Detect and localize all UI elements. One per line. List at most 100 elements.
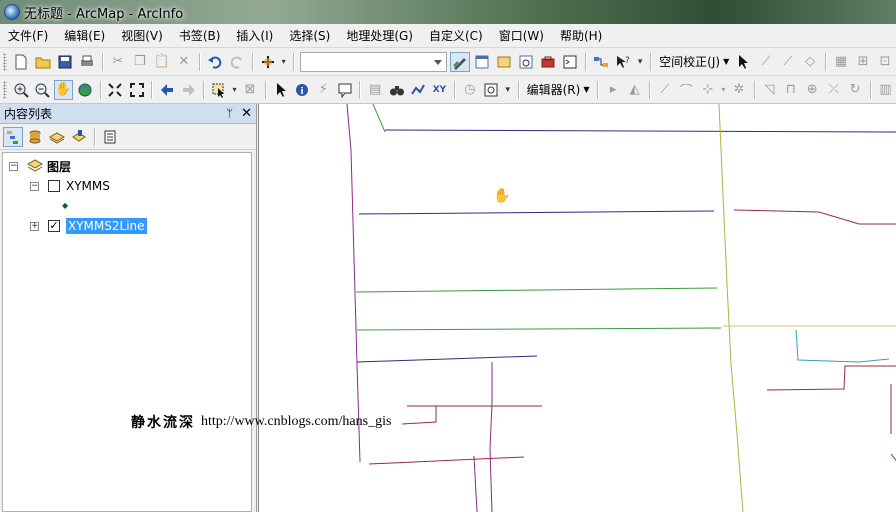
select-features-dropdown-icon[interactable]: ▾ xyxy=(231,80,239,100)
menu-bookmarks[interactable]: 书签(B) xyxy=(171,25,229,47)
zoom-in-icon[interactable] xyxy=(11,80,30,100)
layer-name[interactable]: XYMMS2Line xyxy=(66,218,147,234)
menu-geoprocessing[interactable]: 地理处理(G) xyxy=(338,25,421,47)
save-icon[interactable] xyxy=(55,52,75,72)
measure-icon[interactable]: ▤ xyxy=(365,80,384,100)
html-popup-icon[interactable] xyxy=(335,80,354,100)
modify-link-icon[interactable]: ⟋ xyxy=(778,52,798,72)
menu-customize[interactable]: 自定义(C) xyxy=(421,25,491,47)
toc-options-icon[interactable] xyxy=(100,127,120,147)
cut-icon[interactable]: ✂ xyxy=(108,52,128,72)
layers-root-row[interactable]: − 图层 xyxy=(9,157,71,175)
split-line-icon[interactable]: ⤫ xyxy=(824,80,843,100)
svg-text:i: i xyxy=(300,87,303,97)
toolbar-options-icon[interactable]: ▾ xyxy=(635,52,645,72)
search-window-icon[interactable] xyxy=(516,52,536,72)
python-window-icon[interactable] xyxy=(560,52,580,72)
delete-icon[interactable]: ✕ xyxy=(174,52,194,72)
layer-visibility-checkbox[interactable]: ✓ xyxy=(48,220,60,232)
pin-icon[interactable]: ᛘ xyxy=(226,107,233,120)
list-by-source-icon[interactable] xyxy=(25,127,45,147)
map-scale-combo[interactable] xyxy=(299,51,448,72)
edit-tool-icon[interactable]: ▸ xyxy=(603,80,622,100)
menu-view[interactable]: 视图(V) xyxy=(113,25,171,47)
menu-file[interactable]: 文件(F) xyxy=(0,25,56,47)
add-data-dropdown-icon[interactable]: ▾ xyxy=(280,52,288,72)
straight-segment-icon[interactable]: ⟋ xyxy=(655,80,674,100)
new-identity-link-icon[interactable]: ⊞ xyxy=(853,52,873,72)
fixed-zoom-out-icon[interactable] xyxy=(127,80,146,100)
toolbar-separator xyxy=(99,80,101,99)
full-extent-globe-icon[interactable] xyxy=(75,80,94,100)
menu-edit[interactable]: 编辑(E) xyxy=(56,25,113,47)
end-point-arc-icon[interactable]: ⌒ xyxy=(677,80,696,100)
select-features-icon[interactable] xyxy=(209,80,228,100)
menu-selection[interactable]: 选择(S) xyxy=(281,25,338,47)
construction-tools-icon[interactable]: ⊹ xyxy=(698,80,717,100)
zoom-out-icon[interactable] xyxy=(32,80,51,100)
clear-selection-icon[interactable]: ⊠ xyxy=(240,80,259,100)
find-binoculars-icon[interactable] xyxy=(387,80,406,100)
layer-name[interactable]: XYMMS xyxy=(66,179,110,193)
open-folder-icon[interactable] xyxy=(33,52,53,72)
map-display[interactable] xyxy=(258,104,896,512)
toolbar-grip[interactable] xyxy=(3,52,7,71)
view-link-table-icon[interactable]: ▦ xyxy=(831,52,851,72)
editor-toolbar-icon[interactable] xyxy=(450,51,471,72)
add-data-icon[interactable] xyxy=(258,52,278,72)
hyperlink-icon[interactable]: ⚡ xyxy=(314,80,333,100)
layer-visibility-checkbox[interactable] xyxy=(48,180,60,192)
layer-row-xymms[interactable]: − XYMMS xyxy=(30,177,110,195)
menu-help[interactable]: 帮助(H) xyxy=(552,25,610,47)
whats-this-help-icon[interactable]: ? xyxy=(613,52,633,72)
go-to-xy-icon[interactable]: XY xyxy=(430,80,449,100)
create-viewer-window-icon[interactable] xyxy=(482,80,501,100)
attributes-icon[interactable]: ▥ xyxy=(876,80,895,100)
rotate-icon[interactable]: ↻ xyxy=(845,80,864,100)
go-forward-arrow-icon[interactable] xyxy=(179,80,198,100)
modelbuilder-icon[interactable] xyxy=(591,52,611,72)
construction-dropdown-icon[interactable]: ▾ xyxy=(720,80,728,100)
list-by-selection-icon[interactable] xyxy=(69,127,89,147)
table-of-contents-window-icon[interactable] xyxy=(472,52,492,72)
pan-hand-icon[interactable]: ✋ xyxy=(53,79,74,100)
close-icon[interactable]: ✕ xyxy=(241,106,252,121)
collapse-icon[interactable]: − xyxy=(30,181,39,191)
undo-icon[interactable] xyxy=(205,52,225,72)
point-symbol-diamond-icon[interactable]: ◆ xyxy=(62,201,68,210)
cut-polygons-icon[interactable]: ⊕ xyxy=(803,80,822,100)
multiple-displacement-links-icon[interactable]: ◇ xyxy=(800,52,820,72)
redo-icon[interactable] xyxy=(227,52,247,72)
menu-windows[interactable]: 窗口(W) xyxy=(491,25,552,47)
list-by-visibility-icon[interactable] xyxy=(47,127,67,147)
time-slider-icon[interactable]: ◷ xyxy=(460,80,479,100)
spatial-adjustment-menu[interactable]: 空间校正(J) ▼ xyxy=(655,53,733,70)
edit-annotation-icon[interactable]: ◭ xyxy=(625,80,644,100)
paste-icon[interactable]: 📋 xyxy=(152,52,172,72)
print-icon[interactable] xyxy=(77,52,97,72)
layer-row-xymms2line[interactable]: + ✓ XYMMS2Line xyxy=(30,217,147,235)
layer-symbol-row[interactable]: ◆ xyxy=(62,196,68,214)
expand-icon[interactable]: + xyxy=(30,221,39,231)
split-tool-icon[interactable]: ✲ xyxy=(729,80,748,100)
edit-vertices-icon[interactable]: ◹ xyxy=(760,80,779,100)
list-by-drawing-order-icon[interactable] xyxy=(3,126,23,147)
menu-insert[interactable]: 插入(I) xyxy=(228,25,281,47)
select-elements-icon[interactable] xyxy=(734,52,754,72)
editor-menu[interactable]: 编辑器(R) ▼ xyxy=(523,81,594,98)
new-displacement-link-icon[interactable]: ⟋ xyxy=(756,52,776,72)
toolbar-grip[interactable] xyxy=(3,80,7,99)
catalog-window-icon[interactable] xyxy=(494,52,514,72)
fixed-zoom-in-icon[interactable] xyxy=(106,80,125,100)
tools-toolbar-options-icon[interactable]: ▾ xyxy=(503,80,513,100)
find-route-icon[interactable] xyxy=(408,80,427,100)
new-document-icon[interactable] xyxy=(11,52,31,72)
go-back-arrow-icon[interactable] xyxy=(157,80,176,100)
collapse-icon[interactable]: − xyxy=(9,161,18,171)
select-elements-arrow-icon[interactable] xyxy=(271,80,290,100)
reshape-feature-icon[interactable]: ⊓ xyxy=(781,80,800,100)
identify-icon[interactable]: i xyxy=(292,80,311,100)
arctoolbox-icon[interactable] xyxy=(538,52,558,72)
new-limited-adjustment-area-icon[interactable]: ⊡ xyxy=(875,52,895,72)
copy-icon[interactable]: ❐ xyxy=(130,52,150,72)
